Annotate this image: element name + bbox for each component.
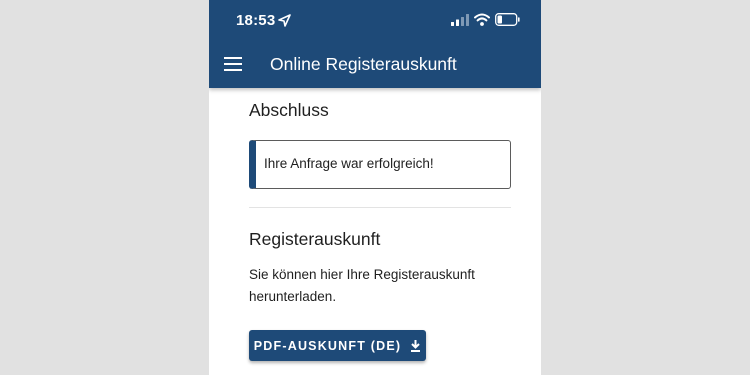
- app-header: 18:53 Online Registerauskunft: [209, 0, 541, 88]
- pdf-download-button-label: PDF-AUSKUNFT (DE): [253, 338, 402, 353]
- cellular-signal-icon: [451, 14, 469, 26]
- register-heading: Registerauskunft: [249, 229, 381, 249]
- success-alert-text: Ihre Anfrage war erfolgreich!: [264, 156, 434, 171]
- status-time: 18:53: [236, 12, 276, 29]
- hamburger-menu-icon[interactable]: [224, 57, 242, 71]
- main-content: Abschluss Ihre Anfrage war erfolgreich! …: [249, 100, 511, 361]
- wifi-icon: [474, 13, 490, 26]
- location-arrow-icon: [278, 14, 291, 27]
- phone-screen: 18:53 Online Registerauskunft Abschluss …: [209, 0, 541, 375]
- app-title: Online Registerauskunft: [270, 54, 457, 74]
- section-divider: [249, 207, 511, 208]
- completion-heading: Abschluss: [249, 100, 329, 120]
- register-description: Sie können hier Ihre Registerauskunft he…: [249, 267, 475, 304]
- success-alert: Ihre Anfrage war erfolgreich!: [249, 140, 511, 189]
- battery-low-icon: [495, 13, 520, 26]
- pdf-download-button[interactable]: PDF-AUSKUNFT (DE): [249, 330, 426, 361]
- download-icon: [411, 339, 421, 352]
